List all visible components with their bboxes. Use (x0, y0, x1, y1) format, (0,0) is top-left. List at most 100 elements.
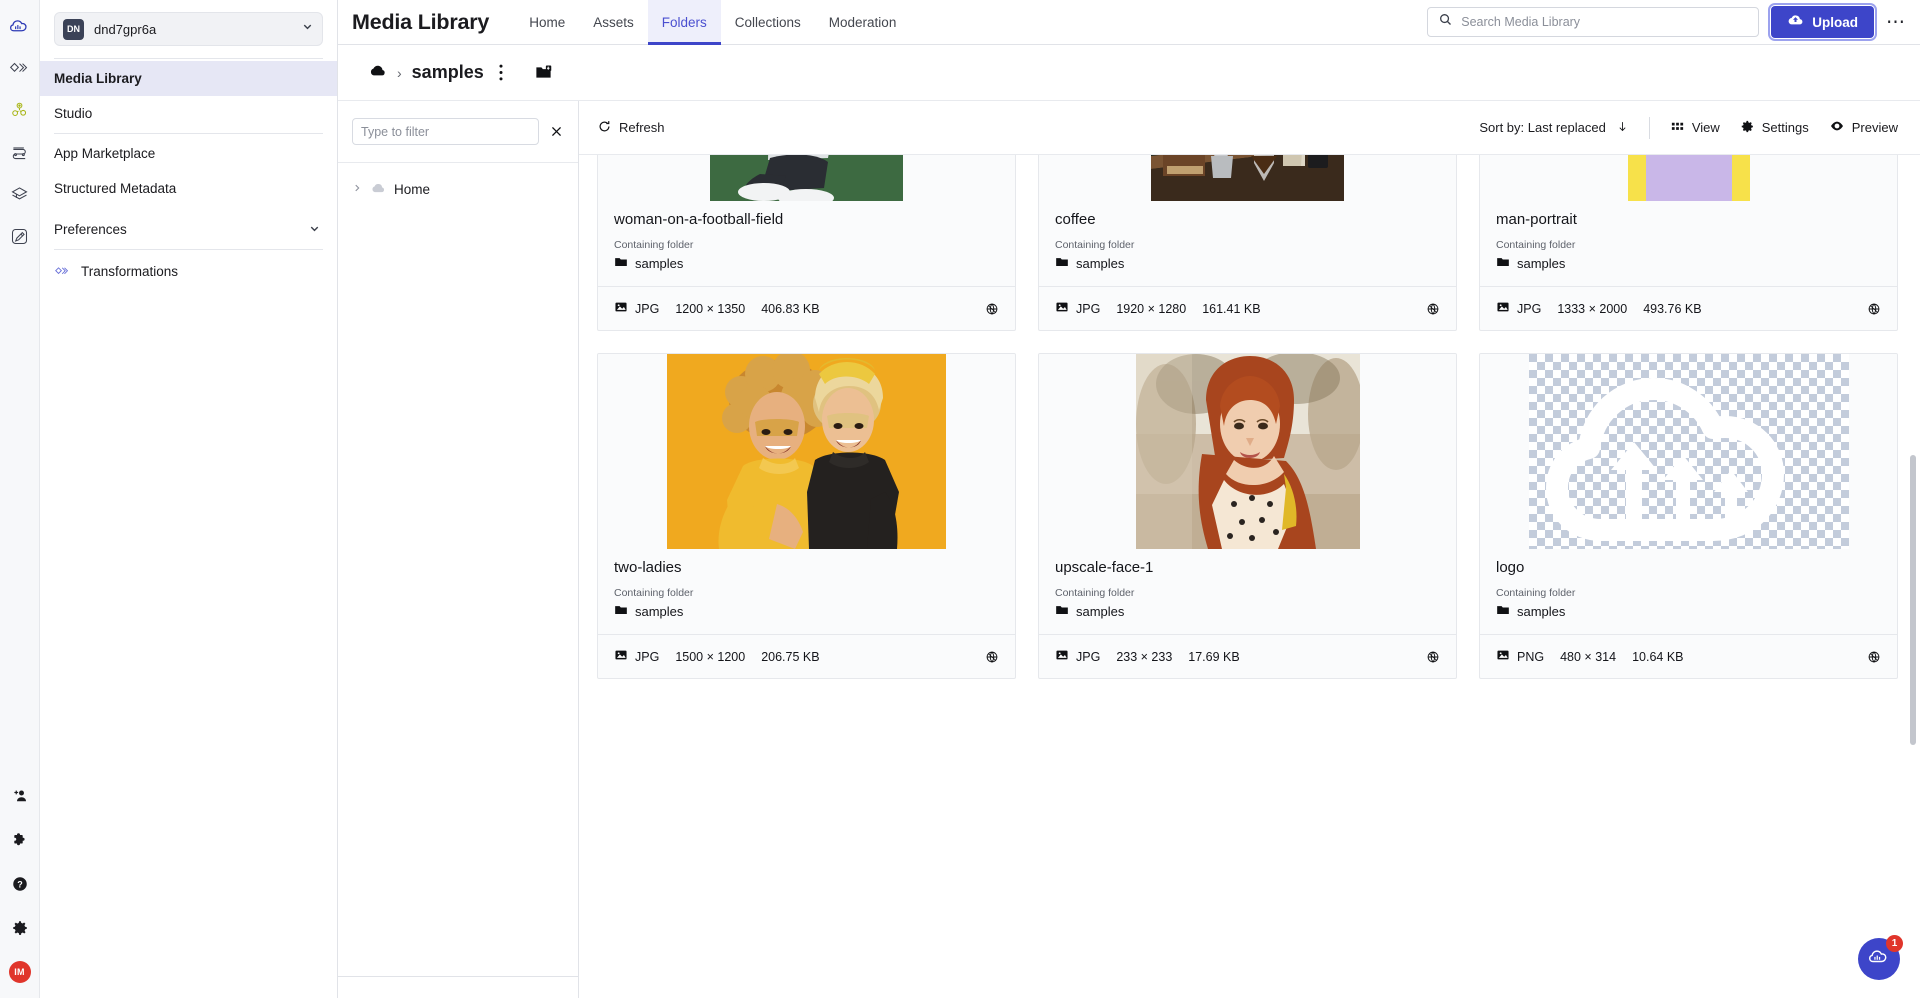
left-icon-rail: ? IM (0, 0, 40, 998)
globe-icon[interactable] (985, 650, 999, 664)
arrow-down-icon (1616, 120, 1629, 136)
top-bar-right: Search Media Library Upload ⋯ (1427, 6, 1920, 38)
account-switcher[interactable]: DN dnd7gpr6a (54, 12, 323, 46)
studio-wand-icon[interactable] (4, 220, 36, 252)
folder-tree-body: Home (338, 163, 578, 976)
upload-button-label: Upload (1812, 15, 1858, 30)
tab-label: Collections (735, 15, 801, 30)
add-user-icon[interactable] (4, 780, 36, 812)
chevron-down-icon (301, 20, 314, 38)
asset-footer: PNG 480 × 314 10.64 KB (1480, 634, 1897, 678)
sidebar-item-preferences[interactable]: Preferences (40, 212, 337, 247)
globe-icon[interactable] (1426, 650, 1440, 664)
breadcrumb: › samples (338, 45, 1920, 101)
asset-thumbnail[interactable] (598, 155, 1015, 201)
asset-folder[interactable]: samples (1496, 603, 1881, 620)
search-placeholder: Search Media Library (1461, 15, 1580, 29)
asset-format-label: JPG (1076, 650, 1100, 664)
cloudinary-logo-icon[interactable] (4, 10, 36, 42)
asset-folder-label: samples (1517, 604, 1565, 619)
refresh-button[interactable]: Refresh (597, 119, 665, 137)
sidebar-item-structured-metadata[interactable]: Structured Metadata (40, 171, 337, 206)
sidebar-item-app-marketplace[interactable]: App Marketplace (40, 136, 337, 171)
tab-assets[interactable]: Assets (579, 0, 648, 45)
sidebar-item-media-library[interactable]: Media Library (40, 61, 337, 96)
preview-button[interactable]: Preview (1829, 118, 1898, 137)
asset-size: 406.83 KB (761, 302, 819, 316)
asset-card[interactable]: logo Containing folder samples (1479, 353, 1898, 679)
folder-filter-row: Type to filter (338, 101, 578, 163)
asset-folder[interactable]: samples (1055, 255, 1440, 272)
asset-folder[interactable]: samples (614, 603, 999, 620)
settings-gear-icon[interactable] (4, 912, 36, 944)
sidebar-item-studio[interactable]: Studio (40, 96, 337, 131)
puzzle-icon[interactable] (4, 824, 36, 856)
asset-thumbnail[interactable] (1480, 354, 1897, 549)
avatar-initials: IM (9, 961, 31, 983)
folder-filter-input[interactable]: Type to filter (352, 118, 539, 145)
transformations-icon[interactable] (4, 52, 36, 84)
collections-stack-icon[interactable] (4, 178, 36, 210)
svg-text:?: ? (17, 879, 23, 889)
asset-meta: coffee Containing folder samples (1039, 201, 1456, 286)
asset-dimensions: 480 × 314 (1560, 650, 1616, 664)
asset-thumbnail[interactable] (1039, 354, 1456, 549)
asset-card[interactable]: upscale-face-1 Containing folder samples (1038, 353, 1457, 679)
asset-card[interactable]: man-portrait Containing folder samples (1479, 155, 1898, 331)
preview-label: Preview (1852, 120, 1898, 135)
asset-folder[interactable]: samples (1496, 255, 1881, 272)
settings-button[interactable]: Settings (1740, 119, 1809, 137)
tab-collections[interactable]: Collections (721, 0, 815, 45)
ellipsis-horizontal-icon[interactable]: ⋯ (1886, 13, 1906, 32)
chevron-right-icon[interactable] (352, 183, 362, 196)
asset-dimensions: 1333 × 2000 (1557, 302, 1627, 316)
upload-widget-fab[interactable]: 1 (1858, 938, 1900, 980)
sort-by-control[interactable]: Sort by: Last replaced (1479, 120, 1628, 136)
globe-icon[interactable] (985, 302, 999, 316)
assets-scroll-area[interactable]: woman-on-a-football-field Containing fol… (579, 155, 1920, 998)
tab-home[interactable]: Home (515, 0, 579, 45)
tree-node-home[interactable]: Home (338, 175, 578, 204)
help-icon[interactable]: ? (4, 868, 36, 900)
asset-thumbnail[interactable] (598, 354, 1015, 549)
view-button[interactable]: View (1670, 119, 1720, 137)
sidebar-item-transformations[interactable]: Transformations (40, 252, 337, 290)
asset-format: JPG (1496, 300, 1541, 317)
toolbar-divider (1649, 117, 1650, 139)
asset-thumbnail[interactable] (1480, 155, 1897, 201)
user-avatar[interactable]: IM (4, 956, 36, 988)
cloud-upload-icon (1787, 12, 1804, 32)
containing-folder-label: Containing folder (1055, 239, 1440, 251)
globe-icon[interactable] (1426, 302, 1440, 316)
close-icon[interactable] (549, 124, 564, 139)
asset-thumbnail[interactable] (1039, 155, 1456, 201)
assets-cube-icon[interactable] (4, 94, 36, 126)
cloud-icon[interactable] (368, 61, 387, 85)
assets-grid: woman-on-a-football-field Containing fol… (597, 155, 1898, 679)
breadcrumb-current[interactable]: samples (412, 62, 484, 83)
upload-button[interactable]: Upload (1771, 6, 1874, 38)
tab-label: Folders (662, 15, 707, 30)
asset-folder[interactable]: samples (614, 255, 999, 272)
asset-card[interactable]: two-ladies Containing folder samples (597, 353, 1016, 679)
tab-moderation[interactable]: Moderation (815, 0, 911, 45)
asset-card[interactable]: woman-on-a-football-field Containing fol… (597, 155, 1016, 331)
asset-meta: man-portrait Containing folder samples (1480, 201, 1897, 286)
sort-by-label: Sort by: Last replaced (1479, 120, 1605, 135)
vertical-scrollbar[interactable] (1910, 455, 1916, 745)
globe-icon[interactable] (1867, 650, 1881, 664)
tab-folders[interactable]: Folders (648, 0, 721, 45)
globe-icon[interactable] (1867, 302, 1881, 316)
account-initials: DN (63, 19, 84, 40)
image-icon (1496, 300, 1510, 317)
workflows-icon[interactable] (4, 136, 36, 168)
vertical-dots-icon[interactable] (494, 64, 508, 82)
asset-folder[interactable]: samples (1055, 603, 1440, 620)
search-input[interactable]: Search Media Library (1427, 7, 1759, 37)
folder-filter-placeholder: Type to filter (361, 125, 429, 139)
new-folder-icon[interactable] (534, 63, 553, 82)
asset-card[interactable]: coffee Containing folder samples (1038, 155, 1457, 331)
tree-node-label: Home (394, 182, 430, 197)
primary-tabs: Home Assets Folders Collections Moderati… (515, 0, 910, 45)
sidebar-divider-2 (54, 133, 323, 134)
